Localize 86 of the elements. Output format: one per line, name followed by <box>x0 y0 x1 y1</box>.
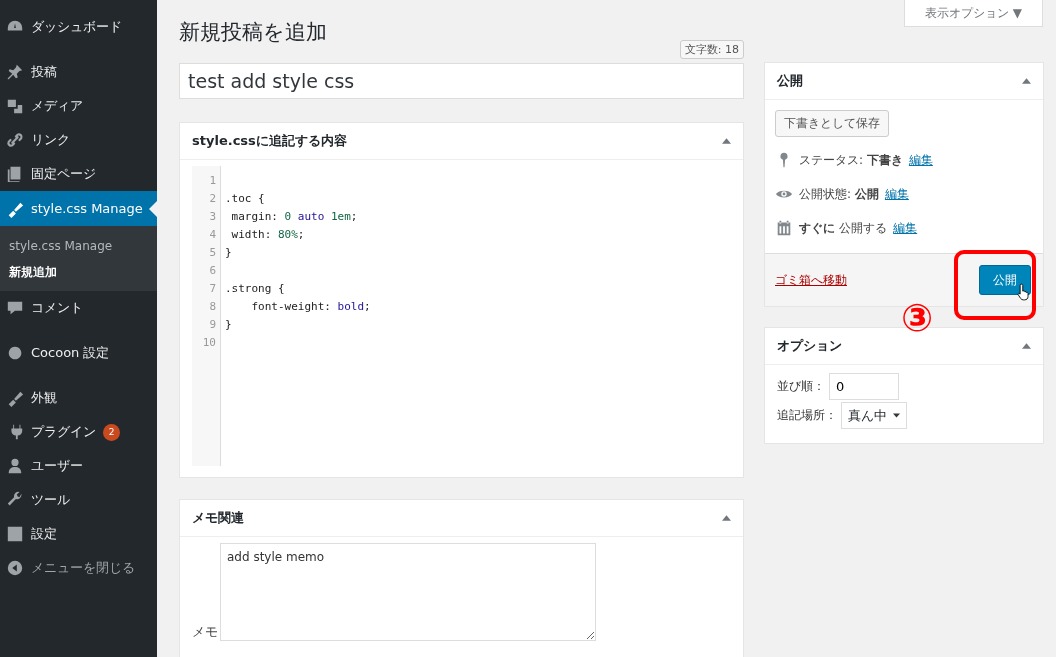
sidebar-label: 投稿 <box>31 63 57 81</box>
field-label: 追記場所： <box>777 407 837 424</box>
code-line: margin: 0 auto 1em; <box>230 210 358 223</box>
sidebar-item[interactable]: 設定 <box>0 517 157 551</box>
sidebar-label: メディア <box>31 97 83 115</box>
status-text: 公開状態: 公開 <box>799 185 879 203</box>
sidebar-item[interactable]: メニューを閉じる <box>0 551 157 585</box>
sidebar-item[interactable]: 固定ページ <box>0 157 157 191</box>
trash-link[interactable]: ゴミ箱へ移動 <box>775 271 847 289</box>
update-count-badge: 2 <box>103 423 120 441</box>
panel-title: style.cssに追記する内容 <box>192 132 347 150</box>
line-number: 2 <box>208 191 217 207</box>
sidebar-item[interactable]: ダッシュボード <box>0 10 157 55</box>
collapse-toggle-icon[interactable] <box>722 138 731 144</box>
edit-link[interactable]: 編集 <box>884 185 909 203</box>
code-editor[interactable]: 1 2 3 4 5 6 7 8 9 10 .toc { margin: 0 auto 1em; width: 80%; } .strong { font-weight: bold; } <box>192 166 731 466</box>
submenu-item[interactable]: 新規追加 <box>0 259 157 287</box>
hand-cursor-icon <box>1017 283 1031 301</box>
code-line: width: 80%; <box>230 228 305 241</box>
field-label: メモ <box>192 623 218 641</box>
brush-icon <box>6 389 24 407</box>
word-count: 文字数: 18 <box>679 40 744 59</box>
code-line: .strong { <box>225 282 285 295</box>
sidebar-item[interactable]: プラグイン 2 <box>0 415 157 449</box>
calendar-icon <box>775 219 793 237</box>
publish-button[interactable]: 公開 <box>979 265 1031 295</box>
memo-field[interactable]: add style memo <box>220 543 596 641</box>
sidebar-item[interactable]: コメント <box>0 291 157 336</box>
panel-title: 公開 <box>777 72 803 90</box>
caret-icon <box>893 413 900 418</box>
line-number: 6 <box>208 263 217 279</box>
sidebar-label: コメント <box>31 299 83 317</box>
sidebar-label: プラグイン <box>31 423 96 441</box>
collapse-icon <box>6 559 24 577</box>
status-text: すぐに 公開する <box>799 219 888 237</box>
sidebar-label: 外観 <box>31 389 57 407</box>
screen-options-tab[interactable]: 表示オプション ▼ <box>904 0 1043 27</box>
sidebar-label: ユーザー <box>31 457 83 475</box>
position-dropdown[interactable]: 真ん中 <box>841 402 907 429</box>
sidebar-label: メニューを閉じる <box>31 559 135 577</box>
line-number: 10 <box>201 335 217 351</box>
sidebar-item[interactable]: ユーザー <box>0 449 157 483</box>
line-number: 1 <box>208 173 217 189</box>
panel-title: メモ関連 <box>192 509 244 527</box>
code-line: } <box>225 318 232 331</box>
sidebar-item[interactable]: 投稿 <box>0 55 157 89</box>
sidebar-label: リンク <box>31 131 70 149</box>
collapse-toggle-icon[interactable] <box>1022 78 1031 84</box>
submenu-item[interactable]: style.css Manage <box>0 234 157 259</box>
sidebar-item[interactable]: Cocoon 設定 <box>0 336 157 381</box>
pushpin-icon <box>6 63 24 81</box>
collapse-toggle-icon[interactable] <box>722 515 731 521</box>
edit-link[interactable]: 編集 <box>893 219 918 237</box>
line-number: 5 <box>208 245 217 261</box>
save-draft-button[interactable]: 下書きとして保存 <box>775 110 889 137</box>
sidebar-label: ツール <box>31 491 70 509</box>
link-icon <box>6 131 24 149</box>
sidebar-item[interactable]: ツール <box>0 483 157 517</box>
sidebar-item[interactable]: メディア <box>0 89 157 123</box>
code-line: font-weight: bold; <box>250 300 371 313</box>
line-number: 8 <box>208 299 217 315</box>
line-number: 4 <box>208 227 217 243</box>
sidebar-item[interactable]: 外観 <box>0 381 157 415</box>
line-number: 9 <box>208 317 217 333</box>
sidebar-label: 固定ページ <box>31 165 96 183</box>
code-line: } <box>225 246 232 259</box>
panel-title: オプション <box>777 337 842 355</box>
collapse-toggle-icon[interactable] <box>1022 343 1031 349</box>
sidebar-label: Cocoon 設定 <box>31 344 110 362</box>
sidebar-item[interactable]: style.css Manage <box>0 191 157 226</box>
user-icon <box>6 457 24 475</box>
edit-link[interactable]: 編集 <box>908 151 933 169</box>
order-field[interactable]: 0 <box>829 373 899 400</box>
field-label: 並び順： <box>777 378 825 395</box>
media-icon <box>6 97 24 115</box>
code-line: .toc { <box>225 192 265 205</box>
title-field[interactable]: test add style css <box>179 63 744 99</box>
line-number: 7 <box>208 281 217 297</box>
sidebar-label: ダッシュボード <box>31 18 122 36</box>
status-text: ステータス: 下書き <box>799 151 903 169</box>
sidebar-label: style.css Manage <box>31 201 143 216</box>
current-page-pointer <box>149 201 157 217</box>
step-number: ③ <box>901 299 934 337</box>
sidebar-label: 設定 <box>31 525 57 543</box>
sidebar-item[interactable]: リンク <box>0 123 157 157</box>
line-number: 3 <box>208 209 217 225</box>
